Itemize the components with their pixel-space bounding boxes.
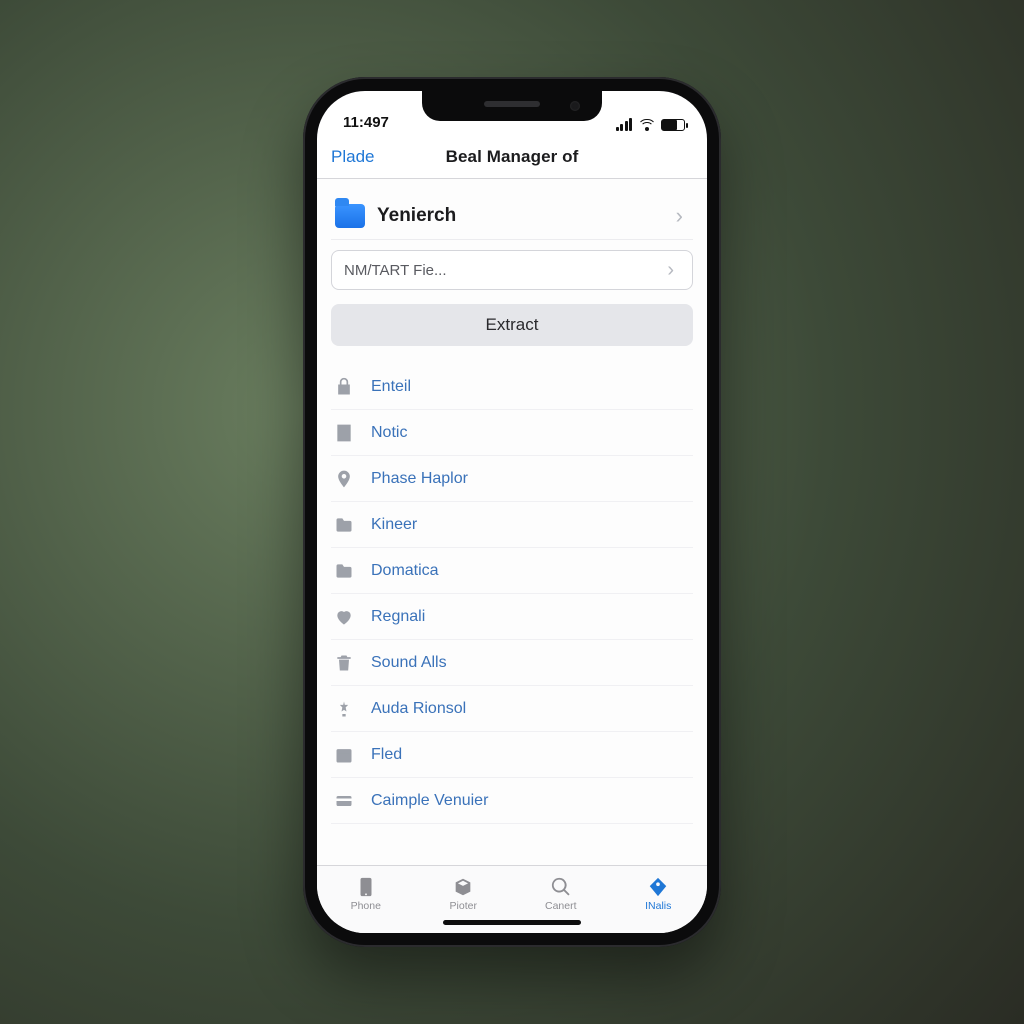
extract-label: Extract: [486, 315, 539, 335]
list-item-label: Phase Haplor: [371, 470, 468, 488]
list-item[interactable]: Caimple Venuier: [331, 778, 693, 824]
home-indicator[interactable]: [443, 920, 581, 925]
phone-tab-icon: [354, 876, 378, 898]
status-indicators: [616, 118, 686, 131]
tab-label: Phone: [351, 900, 381, 912]
content: Yenierch › NM/TART Fie... › Extract Ente…: [317, 179, 707, 865]
list-item[interactable]: Phase Haplor: [331, 456, 693, 502]
list-item[interactable]: Notic: [331, 410, 693, 456]
lock-icon: [331, 377, 357, 397]
list-item-label: Kineer: [371, 516, 417, 534]
list-item[interactable]: Sound Alls: [331, 640, 693, 686]
chevron-right-icon: ›: [667, 259, 680, 282]
item-list: Enteil Notic Phase Haplor Kineer Domatica Reg…: [331, 364, 693, 824]
pin-icon: [331, 469, 357, 489]
list-item[interactable]: Regnali: [331, 594, 693, 640]
wifi-icon: [638, 119, 655, 131]
folder-icon: [331, 515, 357, 535]
path-input[interactable]: NM/TART Fie... ›: [331, 250, 693, 290]
heart-icon: [331, 607, 357, 627]
list-item-label: Fled: [371, 746, 402, 764]
nav-header: Plade Beal Manager of: [317, 135, 707, 179]
card-icon: [331, 791, 357, 811]
list-item-label: Domatica: [371, 562, 439, 580]
list-item-label: Sound Alls: [371, 654, 447, 672]
audio-icon: [331, 699, 357, 719]
notch: [422, 91, 602, 121]
list-item[interactable]: Fled: [331, 732, 693, 778]
tag-tab-icon: [646, 876, 670, 898]
folder-icon: [335, 204, 365, 228]
box-tab-icon: [451, 876, 475, 898]
list-item-label: Notic: [371, 424, 407, 442]
tab-pioter[interactable]: Pioter: [415, 866, 513, 921]
trash-icon: [331, 653, 357, 673]
notebook-icon: [331, 423, 357, 443]
tab-canert[interactable]: Canert: [512, 866, 610, 921]
list-item[interactable]: Auda Rionsol: [331, 686, 693, 732]
status-time: 11:497: [343, 114, 389, 131]
extract-button[interactable]: Extract: [331, 304, 693, 346]
tab-label: Pioter: [450, 900, 477, 912]
tab-label: Canert: [545, 900, 577, 912]
tab-phone[interactable]: Phone: [317, 866, 415, 921]
list-item-label: Regnali: [371, 608, 425, 626]
search-tab-icon: [549, 876, 573, 898]
cellular-icon: [616, 118, 633, 131]
screen: 11:497 Plade Beal Manager of Yenierch ›: [317, 91, 707, 933]
tab-label: INalis: [645, 900, 671, 912]
list-item[interactable]: Kineer: [331, 502, 693, 548]
back-button[interactable]: Plade: [331, 135, 374, 178]
tab-inalis[interactable]: INalis: [610, 866, 708, 921]
phone-frame: 11:497 Plade Beal Manager of Yenierch ›: [303, 77, 721, 947]
folder-icon: [331, 561, 357, 581]
list-item-label: Enteil: [371, 378, 411, 396]
calendar-icon: [331, 745, 357, 765]
list-item-label: Caimple Venuier: [371, 792, 488, 810]
back-label: Plade: [331, 147, 374, 167]
folder-name: Yenierch: [377, 205, 664, 227]
list-item[interactable]: Enteil: [331, 364, 693, 410]
page-title: Beal Manager of: [446, 147, 579, 167]
path-placeholder: NM/TART Fie...: [344, 262, 447, 279]
chevron-right-icon: ›: [676, 203, 689, 229]
list-item-label: Auda Rionsol: [371, 700, 466, 718]
list-item[interactable]: Domatica: [331, 548, 693, 594]
folder-row[interactable]: Yenierch ›: [331, 193, 693, 240]
battery-icon: [661, 119, 685, 131]
